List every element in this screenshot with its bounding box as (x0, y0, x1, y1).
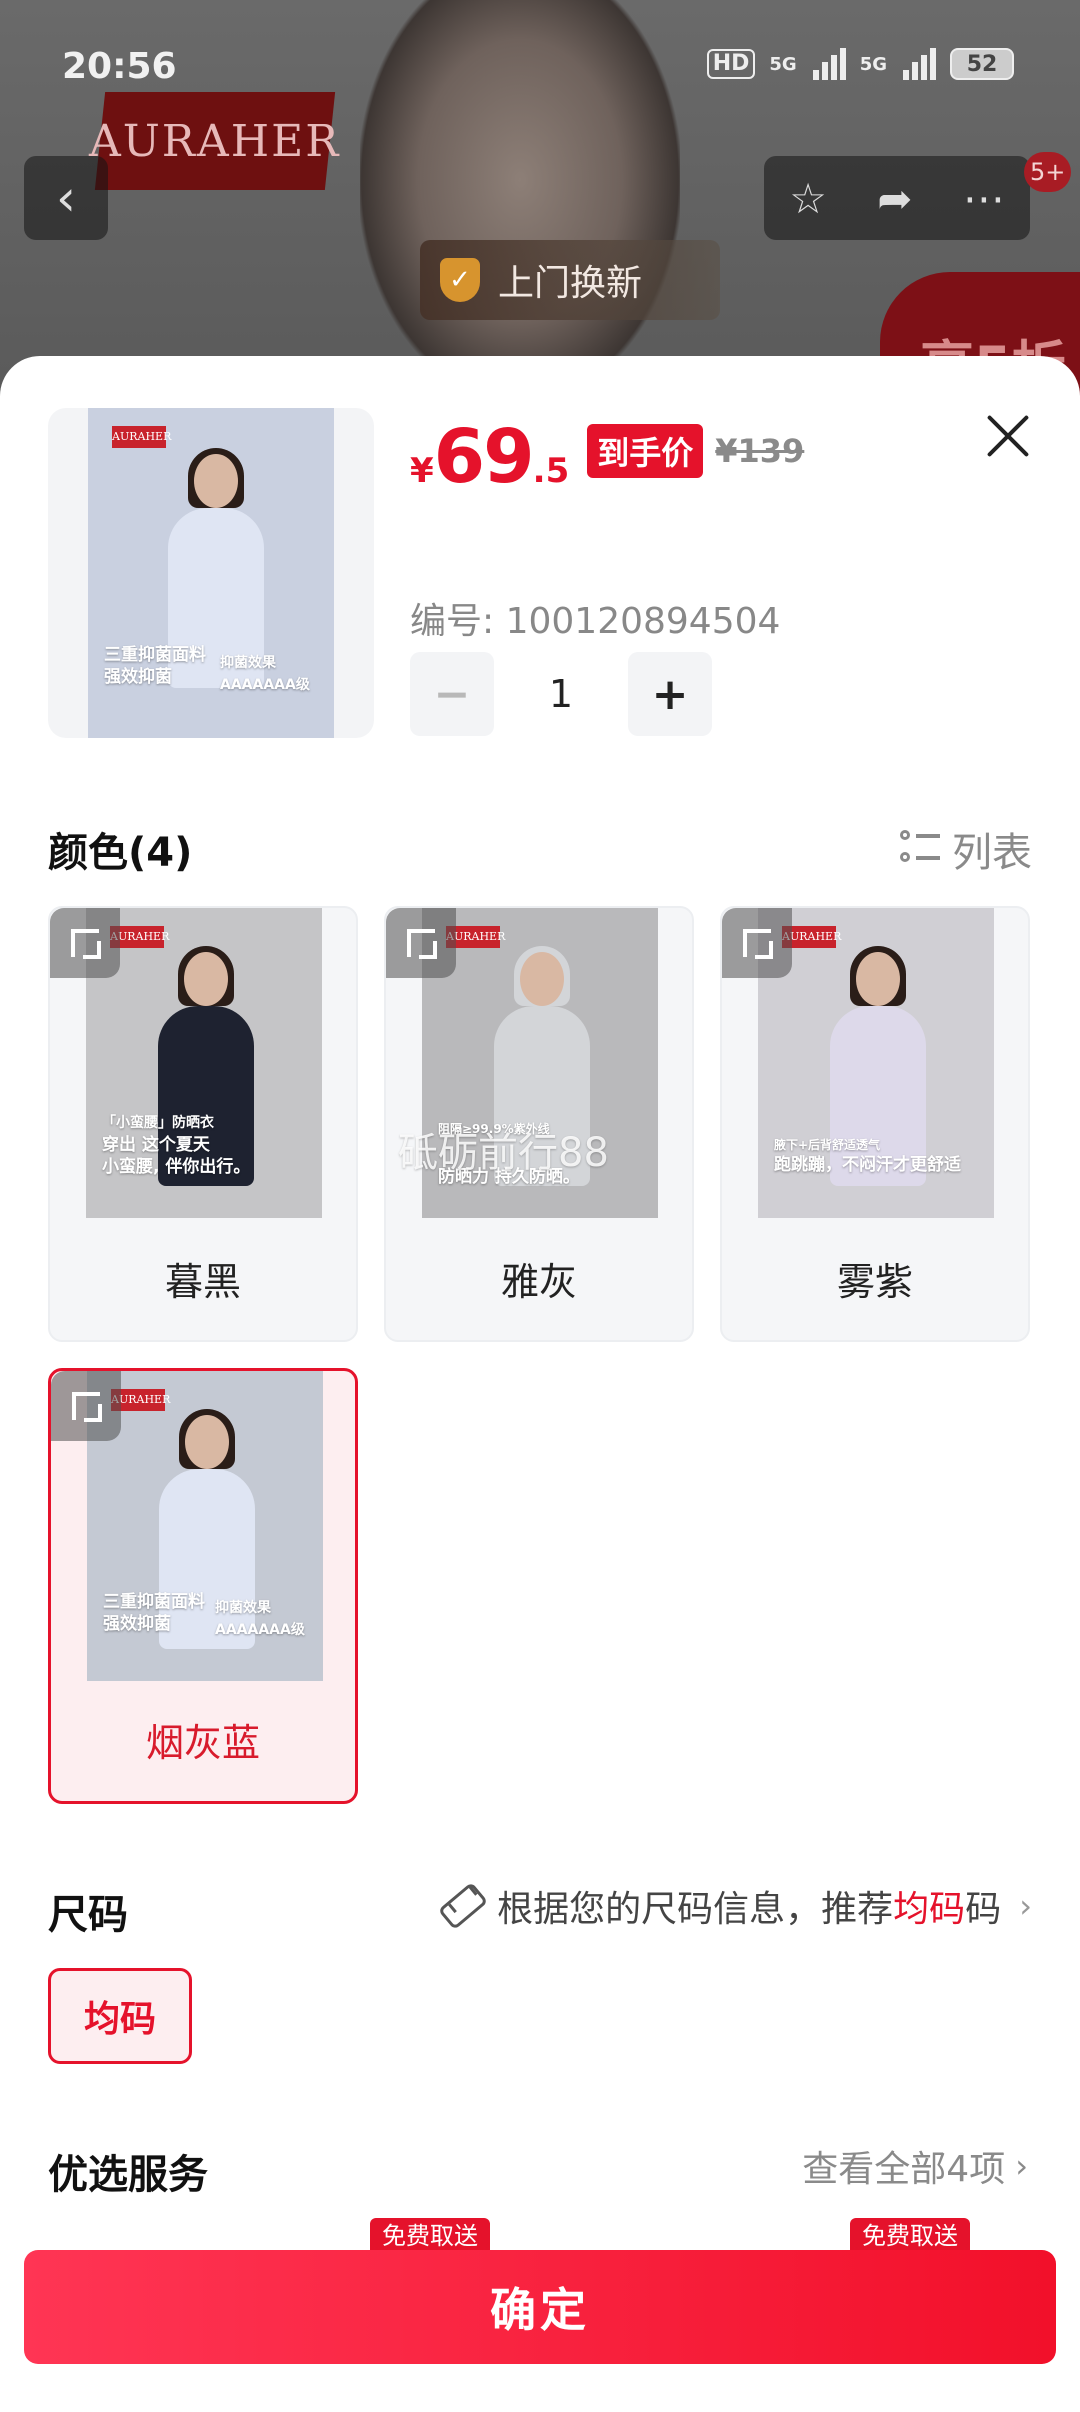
list-toggle-label: 列表 (952, 830, 1032, 876)
battery-icon: 52 (950, 48, 1014, 80)
hd-icon: HD (706, 49, 756, 79)
services-view-all-label: 查看全部4项 (802, 2149, 1006, 2190)
more-icon[interactable]: ⋯ (963, 174, 1005, 223)
expand-icon[interactable] (50, 908, 120, 978)
watermark-text: 砥砺前行88 (398, 1130, 609, 1176)
color-photo: AURAHER 腋下+后背舒适透气 跑跳蹦，不闷汗才更舒适 (758, 908, 994, 1218)
color-label: 烟灰蓝 (145, 1720, 260, 1765)
decrease-button[interactable]: − (410, 652, 494, 736)
service-tag: 免费取送 (850, 2218, 970, 2250)
shield-check-icon: ✓ (440, 258, 480, 302)
increase-button[interactable]: + (628, 652, 712, 736)
color-section-title: 颜色(4) (48, 830, 193, 876)
list-icon (900, 830, 940, 868)
price-currency: ¥ (410, 451, 434, 491)
color-photo: AURAHER 三重抑菌面料 强效抑菌 抑菌效果 AAAAAAA级 (87, 1371, 323, 1681)
close-button[interactable] (976, 404, 1040, 468)
photo-caption-2: 抑菌效果 AAAAAAA级 (220, 655, 310, 693)
photo-caption-2: 跑跳蹦，不闷汗才更舒适 (774, 1155, 961, 1175)
expand-icon[interactable] (51, 1371, 121, 1441)
price-integer: 69 (433, 414, 535, 500)
price-decimal: .5 (532, 451, 570, 491)
sku-selector-sheet: AURAHER 三重抑菌面料 强效抑菌 抑菌效果 AAAAAAA级 ¥ 69 .… (0, 356, 1080, 2412)
services-view-all[interactable]: 查看全部4项 › (802, 2140, 1028, 2192)
size-hint-suffix: 码 (965, 1889, 1002, 1930)
product-photo: AURAHER 三重抑菌面料 强效抑菌 抑菌效果 AAAAAAA级 (88, 408, 334, 738)
color-label: 雅灰 (500, 1259, 577, 1304)
quantity-value[interactable]: 1 (494, 672, 628, 716)
service-pill[interactable]: ✓ 上门换新 (420, 240, 720, 320)
sku-number: 编号: 100120894504 (410, 601, 781, 642)
quantity-stepper: − 1 + (410, 652, 712, 736)
services-section-title: 优选服务 (48, 2152, 208, 2198)
chevron-right-icon: › (1015, 2147, 1028, 2185)
photo-caption-2: 抑菌效果 AAAAAAA级 (215, 1600, 305, 1638)
notification-badge: 5+ (1024, 152, 1072, 192)
chevron-right-icon: › (1019, 1887, 1032, 1925)
photo-brand-logo: AURAHER (112, 426, 171, 448)
ruler-icon (437, 1881, 489, 1931)
status-time: 20:56 (62, 46, 177, 87)
size-hint-prefix: 根据您的尺码信息，推荐 (497, 1889, 894, 1930)
list-view-toggle[interactable]: 列表 (900, 820, 1032, 878)
photo-caption: 「小蛮腰」防晒衣 (102, 1115, 214, 1131)
top-actions: ☆ ➦ ⋯ (764, 156, 1030, 240)
back-icon: ‹ (56, 169, 76, 227)
size-hint-highlight: 均码 (893, 1889, 966, 1930)
color-label: 雾紫 (836, 1259, 913, 1304)
photo-caption: 腋下+后背舒适透气 (774, 1138, 881, 1152)
star-icon[interactable]: ☆ (789, 174, 827, 223)
status-bar: 20:56 HD 5G 5G 52 (0, 0, 1080, 140)
size-section-title: 尺码 (48, 1892, 128, 1938)
share-icon[interactable]: ➦ (877, 174, 912, 223)
color-photo: AURAHER 「小蛮腰」防晒衣 穿出 这个夏天 小蛮腰, 伴你出行。 (86, 908, 322, 1218)
size-option-one-size[interactable]: 均码 (48, 1968, 192, 2064)
service-pill-label: 上门换新 (498, 263, 643, 304)
signal-icon-2 (903, 48, 936, 80)
color-option-ya-hui[interactable]: AURAHER 阻隔≥99.9%紫外线 防晒力 持久防晒。 砥砺前行88 雅灰 (384, 906, 694, 1342)
photo-caption-2: 穿出 这个夏天 小蛮腰, 伴你出行。 (102, 1135, 251, 1177)
final-price-tag: 到手价 (587, 424, 704, 478)
service-tag: 免费取送 (370, 2218, 490, 2250)
color-option-mu-hei[interactable]: AURAHER 「小蛮腰」防晒衣 穿出 这个夏天 小蛮腰, 伴你出行。 暮黑 (48, 906, 358, 1342)
original-price: ¥139 (715, 432, 805, 470)
color-option-wu-zi[interactable]: AURAHER 腋下+后背舒适透气 跑跳蹦，不闷汗才更舒适 雾紫 (720, 906, 1030, 1342)
network-label-1: 5G (769, 53, 797, 75)
expand-icon[interactable] (722, 908, 792, 978)
signal-icon (812, 48, 846, 80)
product-thumbnail[interactable]: AURAHER 三重抑菌面料 强效抑菌 抑菌效果 AAAAAAA级 (48, 408, 374, 738)
expand-icon[interactable] (386, 908, 456, 978)
price-row: ¥ 69 .5 到手价 ¥139 (410, 414, 804, 500)
status-icons: HD 5G 5G 52 (706, 48, 1014, 80)
confirm-button[interactable]: 确定 (24, 2250, 1056, 2364)
color-option-yan-hui-lan[interactable]: AURAHER 三重抑菌面料 强效抑菌 抑菌效果 AAAAAAA级 烟灰蓝 (48, 1368, 358, 1804)
network-label-2: 5G (859, 53, 887, 75)
size-recommendation[interactable]: 根据您的尺码信息，推荐 均码码 › (437, 1880, 1032, 1932)
back-button[interactable]: ‹ (24, 156, 108, 240)
color-label: 暮黑 (164, 1259, 241, 1304)
